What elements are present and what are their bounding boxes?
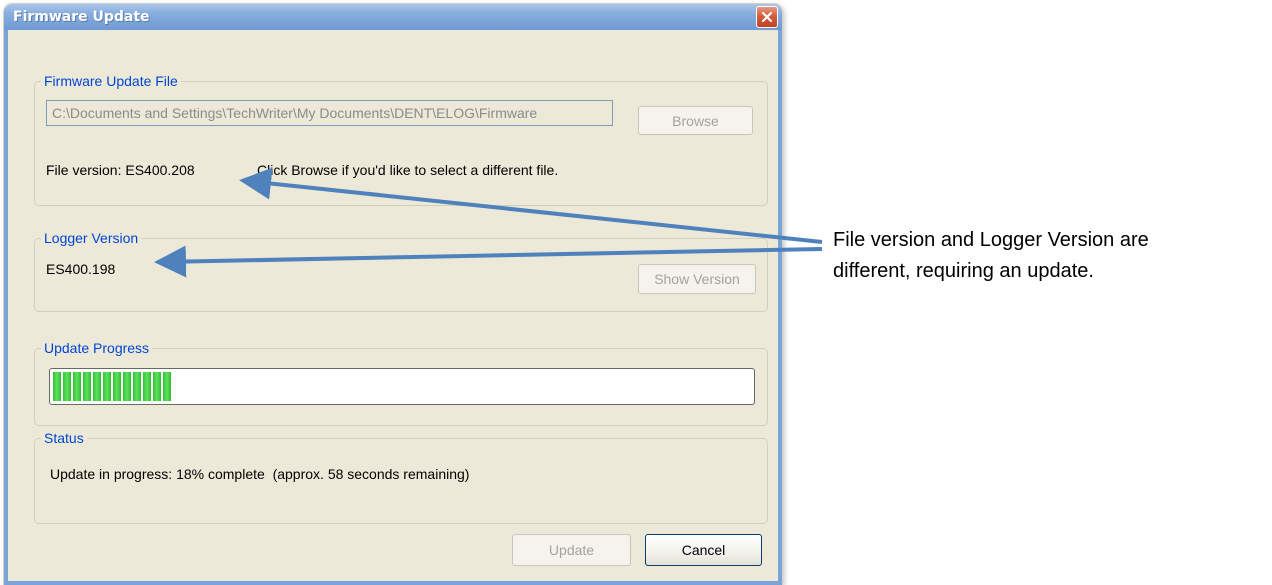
annotation-line-2: different, requiring an update.: [833, 260, 1094, 282]
annotation-callout: File version and Logger Version are diff…: [833, 225, 1268, 287]
screenshot-stage: Firmware Update Firmware Update File Bro…: [0, 0, 1272, 585]
annotation-arrows: [154, 167, 823, 278]
arrow-to-logger-version: [154, 245, 823, 278]
arrow-to-file-version: [239, 167, 823, 244]
annotation-line-1: File version and Logger Version are: [833, 229, 1149, 251]
